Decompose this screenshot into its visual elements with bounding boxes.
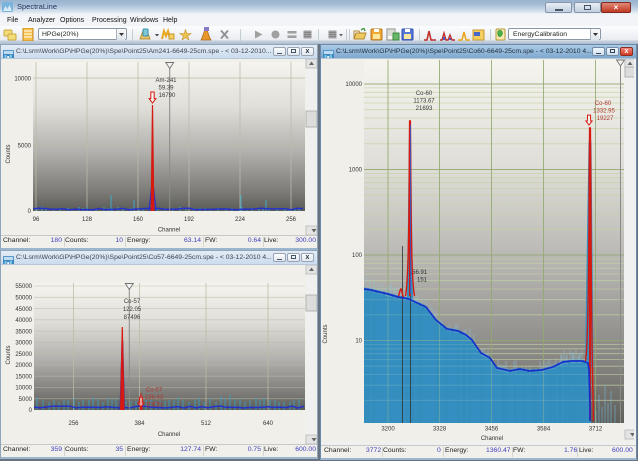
svg-text:10000: 10000: [15, 386, 32, 392]
svg-text:136.43: 136.43: [145, 395, 164, 401]
svg-text:10625: 10625: [146, 403, 163, 409]
svg-text:10000: 10000: [345, 82, 362, 88]
svg-text:Co-60: Co-60: [416, 91, 433, 97]
svg-text:19227: 19227: [597, 116, 614, 122]
svg-text:Co-60: Co-60: [595, 101, 612, 107]
svg-text:30000: 30000: [15, 341, 32, 347]
svg-text:55000: 55000: [15, 284, 32, 290]
svg-text:20000: 20000: [15, 363, 32, 369]
svg-text:Channel: Channel: [158, 432, 180, 438]
svg-text:3200: 3200: [381, 427, 395, 433]
svg-text:1173.67: 1173.67: [413, 99, 435, 105]
svg-text:40000: 40000: [15, 318, 32, 324]
svg-text:25000: 25000: [15, 352, 32, 358]
svg-text:256: 256: [286, 217, 297, 223]
svg-text:87496: 87496: [124, 315, 141, 321]
svg-text:640: 640: [263, 421, 274, 427]
svg-text:3328: 3328: [433, 427, 447, 433]
svg-text:256: 256: [68, 421, 79, 427]
svg-text:1000: 1000: [349, 168, 363, 174]
svg-text:50000: 50000: [15, 296, 32, 302]
svg-text:Co-57: Co-57: [146, 388, 163, 394]
svg-text:384: 384: [134, 421, 145, 427]
svg-text:Channel: Channel: [481, 436, 503, 442]
svg-text:21693: 21693: [416, 106, 433, 112]
svg-text:5000: 5000: [18, 144, 32, 150]
svg-text:16790: 16790: [159, 93, 176, 99]
svg-text:96: 96: [33, 217, 40, 223]
svg-text:Am-241: Am-241: [155, 78, 177, 84]
svg-text:512: 512: [201, 421, 212, 427]
svg-text:151: 151: [417, 278, 428, 284]
svg-text:122.05: 122.05: [123, 307, 142, 313]
svg-text:100: 100: [352, 253, 363, 259]
svg-text:3456: 3456: [485, 427, 499, 433]
svg-text:Co-57: Co-57: [124, 299, 141, 305]
svg-text:192: 192: [184, 217, 195, 223]
svg-text:15000: 15000: [15, 374, 32, 380]
svg-text:3712: 3712: [589, 427, 603, 433]
svg-text:160: 160: [133, 217, 144, 223]
svg-text:3584: 3584: [537, 427, 551, 433]
svg-text:224: 224: [235, 217, 246, 223]
svg-text:156.91: 156.91: [409, 270, 428, 276]
svg-text:45000: 45000: [15, 307, 32, 313]
svg-text:128: 128: [82, 217, 93, 223]
svg-text:10: 10: [355, 339, 362, 345]
svg-text:Counts: Counts: [6, 144, 12, 163]
svg-text:10000: 10000: [14, 77, 31, 83]
svg-text:1332.95: 1332.95: [593, 109, 615, 115]
svg-text:35000: 35000: [15, 329, 32, 335]
svg-text:59.39: 59.39: [158, 86, 174, 92]
svg-text:5000: 5000: [19, 397, 33, 403]
svg-text:Counts: Counts: [323, 324, 329, 343]
svg-text:Counts: Counts: [6, 345, 12, 364]
svg-text:Channel: Channel: [158, 228, 180, 234]
